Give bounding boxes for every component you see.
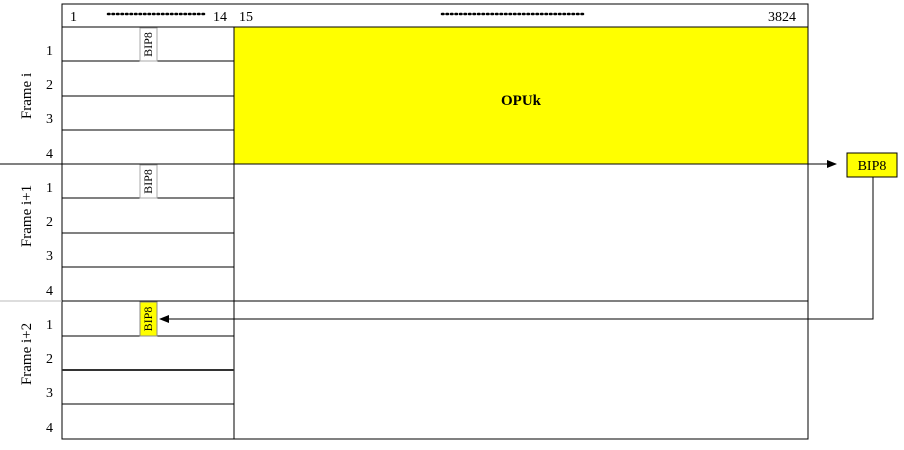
row-number: 2	[46, 352, 53, 367]
col-label-3824: 3824	[768, 10, 796, 25]
frame-label-i-plus-1: Frame i+1	[19, 185, 35, 247]
row-number: 1	[46, 44, 53, 59]
bip8-label-frame-i: BIP8	[141, 32, 155, 57]
opuk-label: OPUk	[501, 93, 542, 109]
col-label-14: 14	[213, 10, 227, 25]
bip8-label-frame-i-plus-1: BIP8	[141, 169, 155, 194]
row-number: 3	[46, 386, 53, 401]
row-number: 2	[46, 78, 53, 93]
row-number: 4	[46, 421, 53, 436]
col-label-1: 1	[70, 10, 77, 25]
col-label-15: 15	[239, 10, 253, 25]
bip8-feedback-arrow	[159, 177, 874, 323]
bip8-label-frame-i-plus-2: BIP8	[141, 307, 155, 332]
row-number: 4	[46, 147, 53, 162]
row-number: 1	[46, 181, 53, 196]
frame-label-i: Frame i	[19, 73, 35, 119]
opu-frame-diagram: 1 14 15 3824 1 2 3 4 1 2 3 4 1 2 3 4 Fra…	[0, 3, 898, 440]
row-numbers: 1 2 3 4 1 2 3 4 1 2 3 4	[46, 44, 53, 436]
frame-label-i-plus-2: Frame i+2	[19, 323, 35, 385]
row-number: 1	[46, 318, 53, 333]
overhead-row-lines	[62, 60, 234, 405]
row-number: 3	[46, 249, 53, 264]
bip8-computed-label: BIP8	[858, 159, 887, 174]
row-number: 3	[46, 112, 53, 127]
row-number: 4	[46, 284, 53, 299]
row-number: 2	[46, 215, 53, 230]
